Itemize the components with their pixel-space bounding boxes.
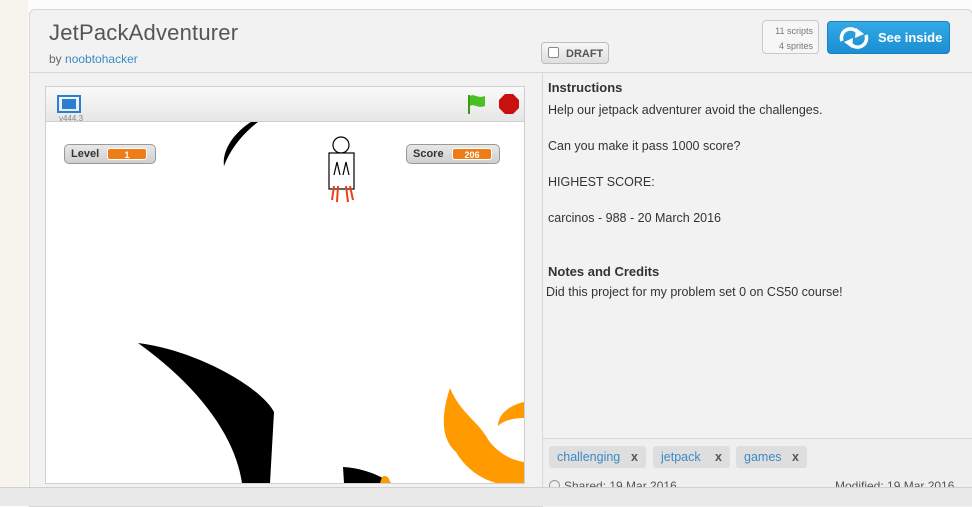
notes-text: Did this project for my problem set 0 on… (546, 285, 843, 299)
tag-label: jetpack (661, 450, 701, 464)
level-monitor: Level 1 (64, 144, 156, 164)
stop-sign-icon[interactable] (498, 93, 520, 120)
project-card: JetPackAdventurer by noobtohacker DRAFT … (29, 9, 972, 507)
score-label: Score (413, 148, 444, 160)
project-player: v444.3 Level 1 Score 206 (45, 86, 525, 484)
flame-tip (498, 402, 524, 426)
project-info: Instructions Help our jetpack adventurer… (542, 72, 972, 507)
green-flag-icon[interactable] (465, 93, 487, 120)
player-controls: v444.3 (46, 87, 524, 123)
score-monitor: Score 206 (406, 144, 500, 164)
author-link[interactable]: noobtohacker (65, 52, 138, 66)
tag-label: challenging (557, 450, 621, 464)
project-header: JetPackAdventurer by noobtohacker DRAFT … (30, 10, 972, 73)
stage-canvas (138, 122, 524, 483)
level-value: 1 (107, 148, 147, 160)
tag-jetpack[interactable]: jetpack x (653, 446, 730, 468)
bottom-toolbar (0, 487, 972, 506)
obstacle-top (223, 122, 258, 166)
tag-games[interactable]: games x (736, 446, 807, 468)
by-label: by (49, 52, 62, 66)
instructions-heading: Instructions (548, 80, 623, 95)
tag-remove-icon[interactable]: x (715, 450, 722, 464)
level-label: Level (71, 148, 100, 160)
instructions-line: carcinos - 988 - 20 March 2016 (548, 211, 722, 225)
project-title: JetPackAdventurer (49, 20, 239, 45)
score-value: 206 (452, 148, 492, 160)
tag-remove-icon[interactable]: x (631, 450, 638, 464)
tag-label: games (744, 450, 782, 464)
draft-label: DRAFT (566, 48, 604, 60)
instructions-line: HIGHEST SCORE: (548, 175, 655, 189)
flame-small (380, 475, 390, 483)
author-line: by noobtohacker (49, 52, 138, 66)
scripts-count: 11 scripts (775, 26, 813, 36)
see-inside-button[interactable]: See inside (827, 21, 950, 54)
instructions-line: Help our jetpack adventurer avoid the ch… (548, 103, 823, 117)
instructions-line: Can you make it pass 1000 score? (548, 139, 741, 153)
jetpack-character (328, 136, 355, 203)
obstacle-left (138, 343, 274, 483)
page-background (0, 0, 28, 505)
project-stats: 11 scripts 4 sprites (762, 20, 819, 54)
see-inside-label: See inside (878, 30, 943, 45)
project-stage[interactable]: Level 1 Score 206 (46, 122, 524, 483)
tag-challenging[interactable]: challenging x (549, 446, 646, 468)
draft-checkbox[interactable]: DRAFT (541, 42, 609, 64)
notes-heading: Notes and Credits (548, 264, 660, 279)
flame-large (443, 388, 524, 483)
remix-arrows-icon (838, 27, 870, 52)
sprites-count: 4 sprites (778, 41, 813, 51)
checkbox-icon (548, 47, 559, 58)
tag-remove-icon[interactable]: x (792, 450, 799, 464)
